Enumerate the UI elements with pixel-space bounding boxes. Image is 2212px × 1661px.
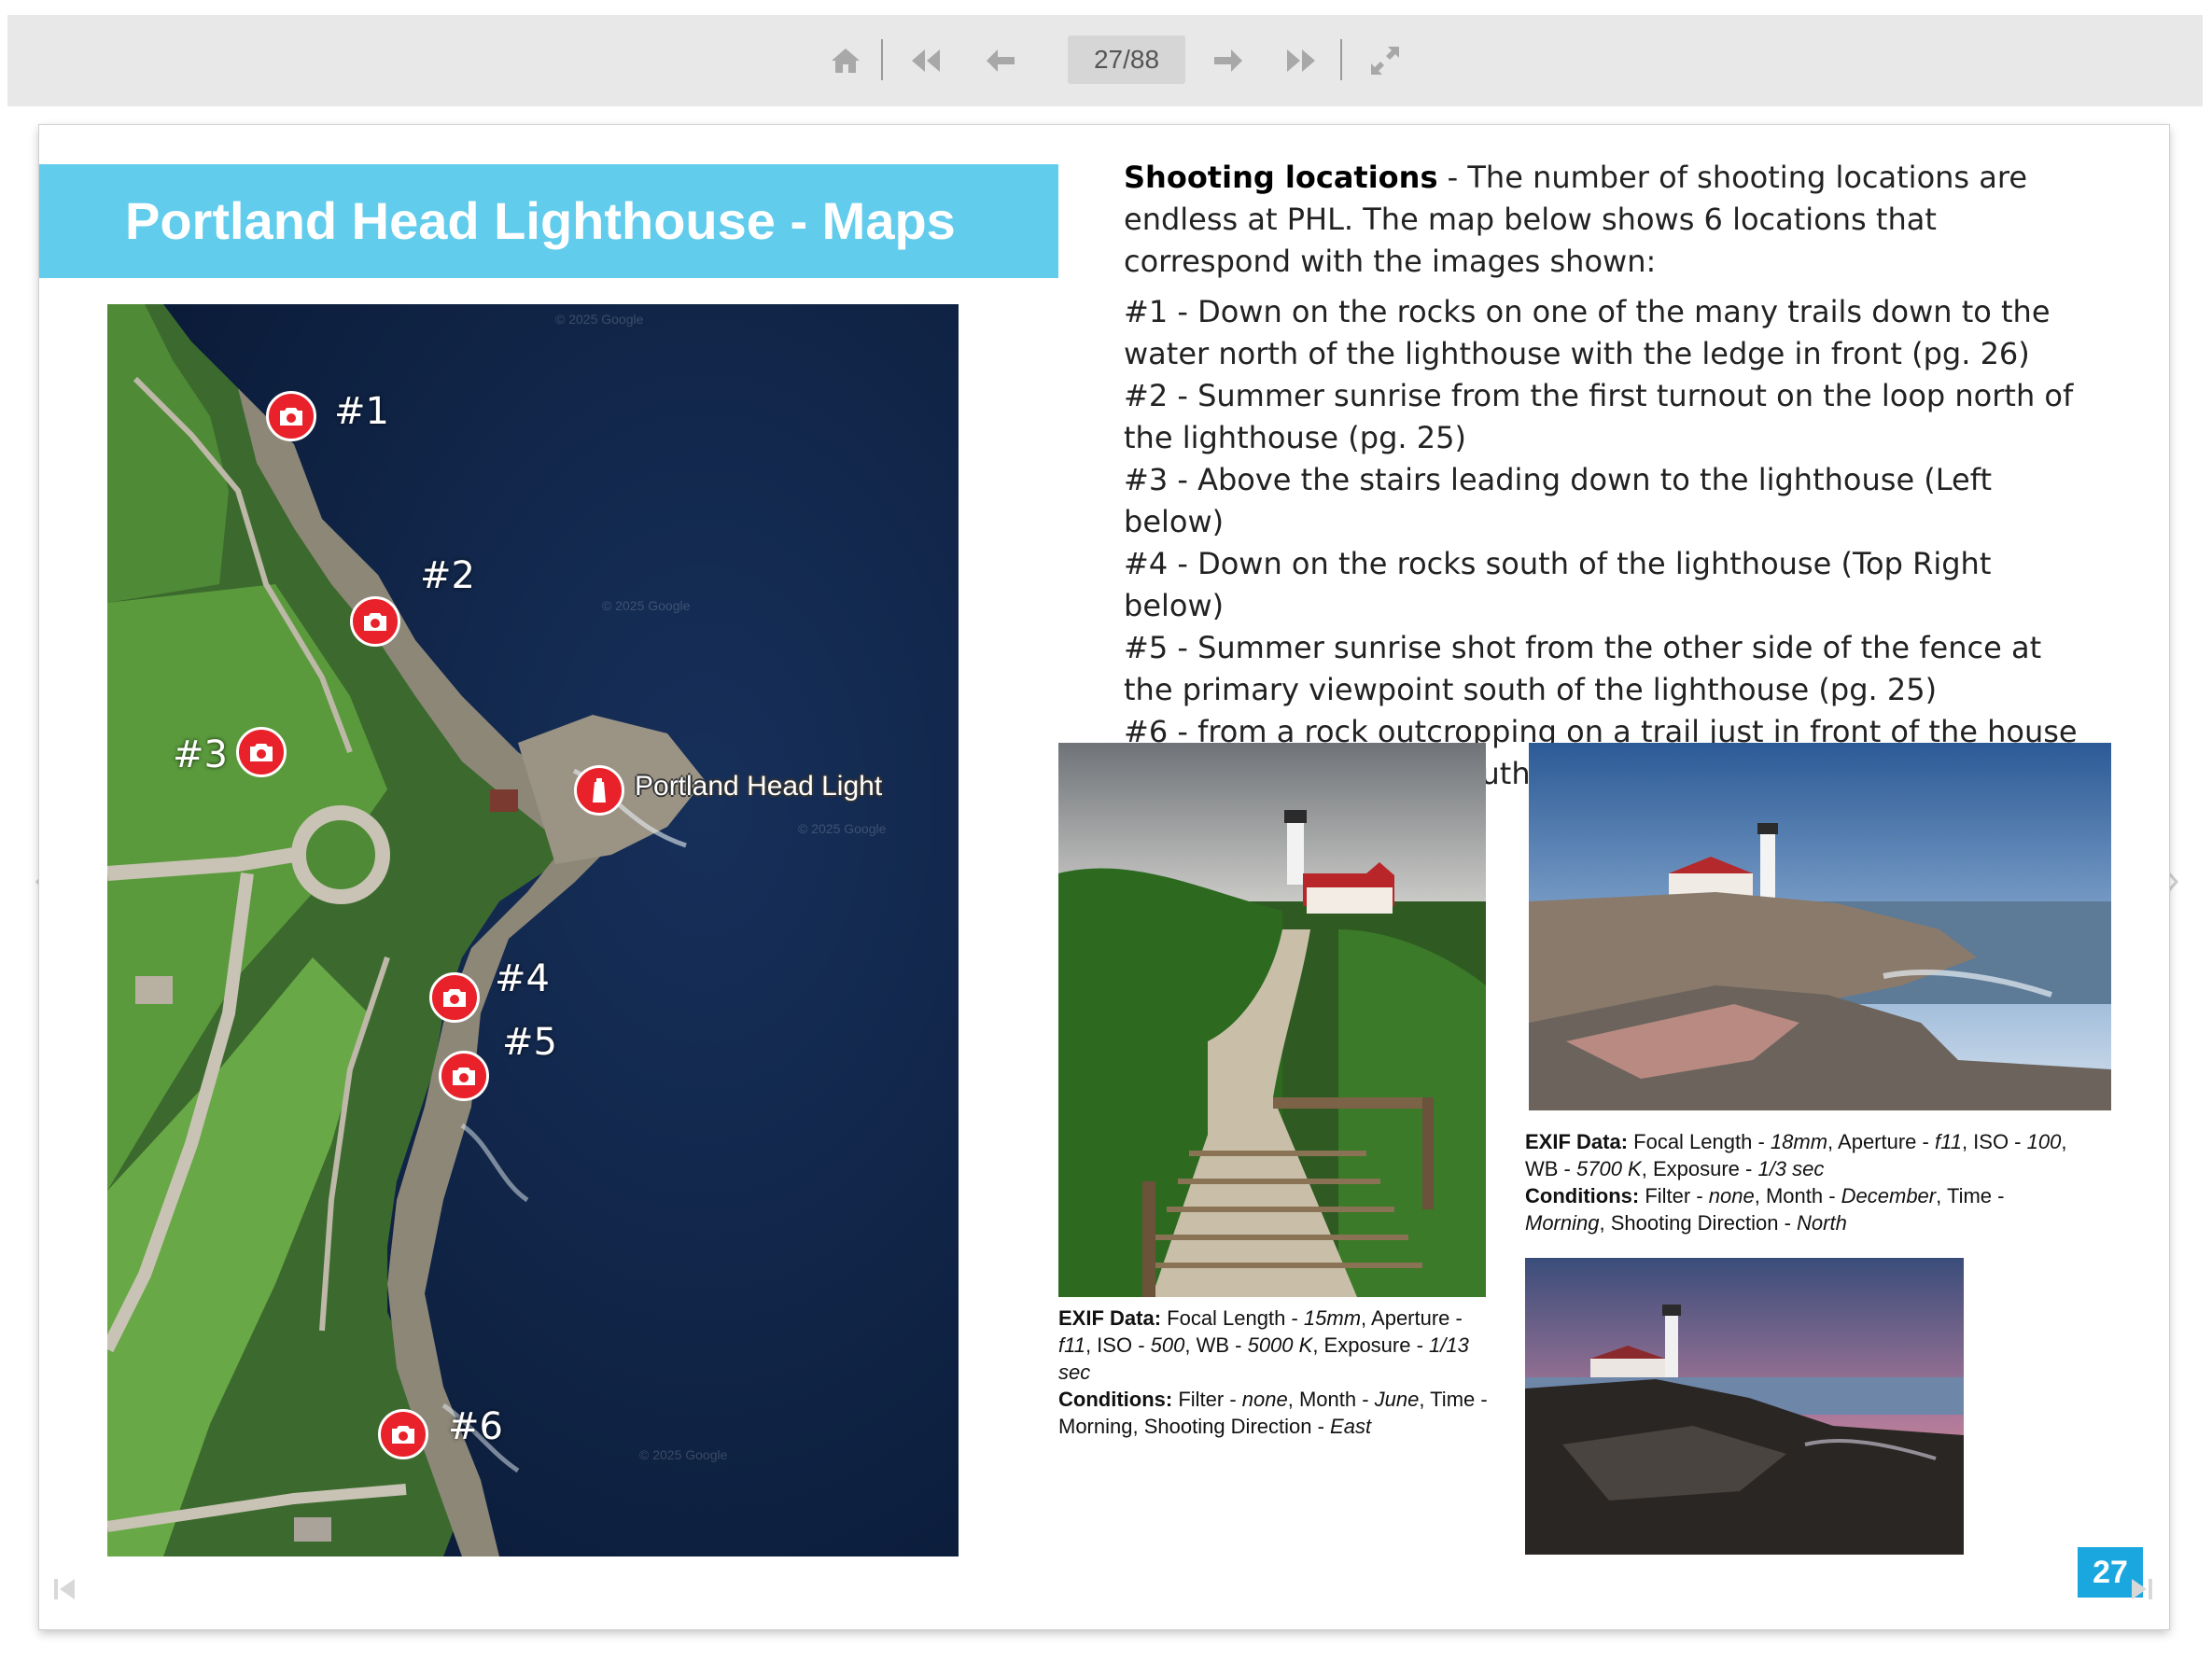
intro-paragraph: Shooting locations - The number of shoot… [1124, 157, 2066, 283]
exif-iso: 500 [1150, 1333, 1185, 1357]
caption-text: , Shooting Direction - [1132, 1415, 1331, 1438]
exif-focal: 15mm [1303, 1306, 1362, 1330]
condition-filter: none [1708, 1184, 1755, 1207]
exif-wb: 5700 K [1576, 1157, 1642, 1180]
camera-marker-6[interactable] [378, 1409, 428, 1459]
camera-marker-1[interactable] [266, 391, 316, 441]
camera-marker-2[interactable] [350, 596, 400, 647]
camera-icon [250, 744, 273, 761]
camera-marker-3[interactable] [236, 727, 287, 777]
location-item: #3 - Above the stairs leading down to th… [1124, 462, 1992, 539]
caption-text: , Shooting Direction - [1599, 1211, 1798, 1235]
title-banner: Portland Head Lighthouse - Maps [39, 164, 1058, 278]
exif-iso: 100 [2026, 1130, 2062, 1153]
exif-label: EXIF Data: [1525, 1130, 1629, 1153]
photo-sunset-lighthouse [1525, 1258, 1964, 1555]
conditions-label: Conditions: [1058, 1388, 1173, 1411]
prev-page-icon[interactable] [974, 35, 1027, 86]
fullscreen-icon[interactable] [1359, 35, 1411, 86]
caption-text: , Exposure - [1641, 1157, 1758, 1180]
location-item: #5 - Summer sunrise shot from the other … [1124, 630, 2042, 707]
map-watermark: © 2025 Google [639, 1447, 728, 1462]
caption-text: , WB - [1184, 1333, 1248, 1357]
camera-icon [364, 613, 386, 631]
lighthouse-label: Portland Head Light [635, 771, 883, 802]
caption-text: Filter - [1172, 1388, 1242, 1411]
exif-aperture: f11 [1934, 1130, 1962, 1153]
camera-marker-5[interactable] [439, 1051, 489, 1101]
marker-label-5: #5 [502, 1021, 557, 1064]
condition-filter: none [1241, 1388, 1288, 1411]
caption-text: Focal Length - [1161, 1306, 1304, 1330]
lighthouse-icon [593, 778, 606, 803]
caption-text: Filter - [1639, 1184, 1709, 1207]
camera-icon [280, 408, 302, 426]
map-watermark: © 2025 Google [602, 598, 691, 613]
caption-text: Focal Length - [1628, 1130, 1771, 1153]
marker-label-6: #6 [448, 1405, 503, 1448]
conditions-label: Conditions: [1525, 1184, 1640, 1207]
exif-focal: 18mm [1770, 1130, 1828, 1153]
caption-text: , Aperture - [1361, 1306, 1463, 1330]
camera-icon [392, 1426, 414, 1444]
map-watermark: © 2025 Google [798, 821, 887, 836]
camera-icon [443, 989, 466, 1007]
marker-label-2: #2 [420, 554, 475, 597]
caption-text: , Time - [1419, 1388, 1488, 1411]
satellite-map: © 2025 Google © 2025 Google © 2025 Googl… [107, 304, 959, 1556]
exif-wb: 5000 K [1247, 1333, 1313, 1357]
map-terrain [107, 304, 959, 1556]
caption-text: , Month - [1754, 1184, 1841, 1207]
condition-direction: East [1330, 1415, 1372, 1438]
location-item: #4 - Down on the rocks south of the ligh… [1124, 546, 1992, 623]
marker-label-4: #4 [495, 957, 550, 1000]
page-title: Portland Head Lighthouse - Maps [125, 191, 956, 250]
home-icon[interactable] [819, 35, 872, 86]
last-page-corner-icon[interactable] [2128, 1575, 2156, 1603]
intro-heading: Shooting locations [1124, 160, 1438, 195]
caption-text: , ISO - [1961, 1130, 2027, 1153]
caption-right: EXIF Data: Focal Length - 18mm, Aperture… [1525, 1128, 2104, 1236]
locations-list: #1 - Down on the rocks on one of the man… [1124, 291, 2094, 795]
condition-time: Morning [1058, 1415, 1133, 1438]
book-page: Portland Head Lighthouse - Maps © 2025 G… [39, 125, 2169, 1629]
exif-aperture: f11 [1058, 1333, 1085, 1357]
caption-text: , Time - [1936, 1184, 2005, 1207]
toolbar-separator [881, 39, 883, 80]
toolbar-separator [1340, 39, 1342, 80]
caption-text: , Aperture - [1827, 1130, 1935, 1153]
photo-rocks-lighthouse [1529, 743, 2111, 1110]
viewer-toolbar: 27/88 [7, 15, 2203, 106]
first-page-corner-icon[interactable] [50, 1575, 78, 1603]
condition-time: Morning [1525, 1211, 1600, 1235]
caption-left: EXIF Data: Focal Length - 15mm, Aperture… [1058, 1305, 1497, 1440]
marker-label-1: #1 [334, 390, 389, 433]
next-page-icon[interactable] [1202, 35, 1254, 86]
first-page-icon[interactable] [900, 35, 952, 86]
map-watermark: © 2025 Google [555, 312, 644, 327]
last-page-icon[interactable] [1275, 35, 1327, 86]
lighthouse-marker[interactable] [574, 765, 624, 816]
location-item: #2 - Summer sunrise from the first turno… [1124, 378, 2074, 455]
marker-label-3: #3 [173, 733, 228, 776]
caption-text: , ISO - [1085, 1333, 1151, 1357]
camera-icon [453, 1068, 475, 1085]
condition-direction: North [1797, 1211, 1847, 1235]
caption-text: , Month - [1287, 1388, 1375, 1411]
camera-marker-4[interactable] [429, 972, 480, 1023]
page-counter[interactable]: 27/88 [1068, 35, 1185, 84]
exif-label: EXIF Data: [1058, 1306, 1162, 1330]
location-item: #1 - Down on the rocks on one of the man… [1124, 294, 2051, 371]
condition-month: June [1374, 1388, 1420, 1411]
condition-month: December [1841, 1184, 1937, 1207]
exif-exposure: 1/3 sec [1757, 1157, 1825, 1180]
photo-stairs-lighthouse [1058, 743, 1486, 1297]
caption-text: , Exposure - [1312, 1333, 1430, 1357]
